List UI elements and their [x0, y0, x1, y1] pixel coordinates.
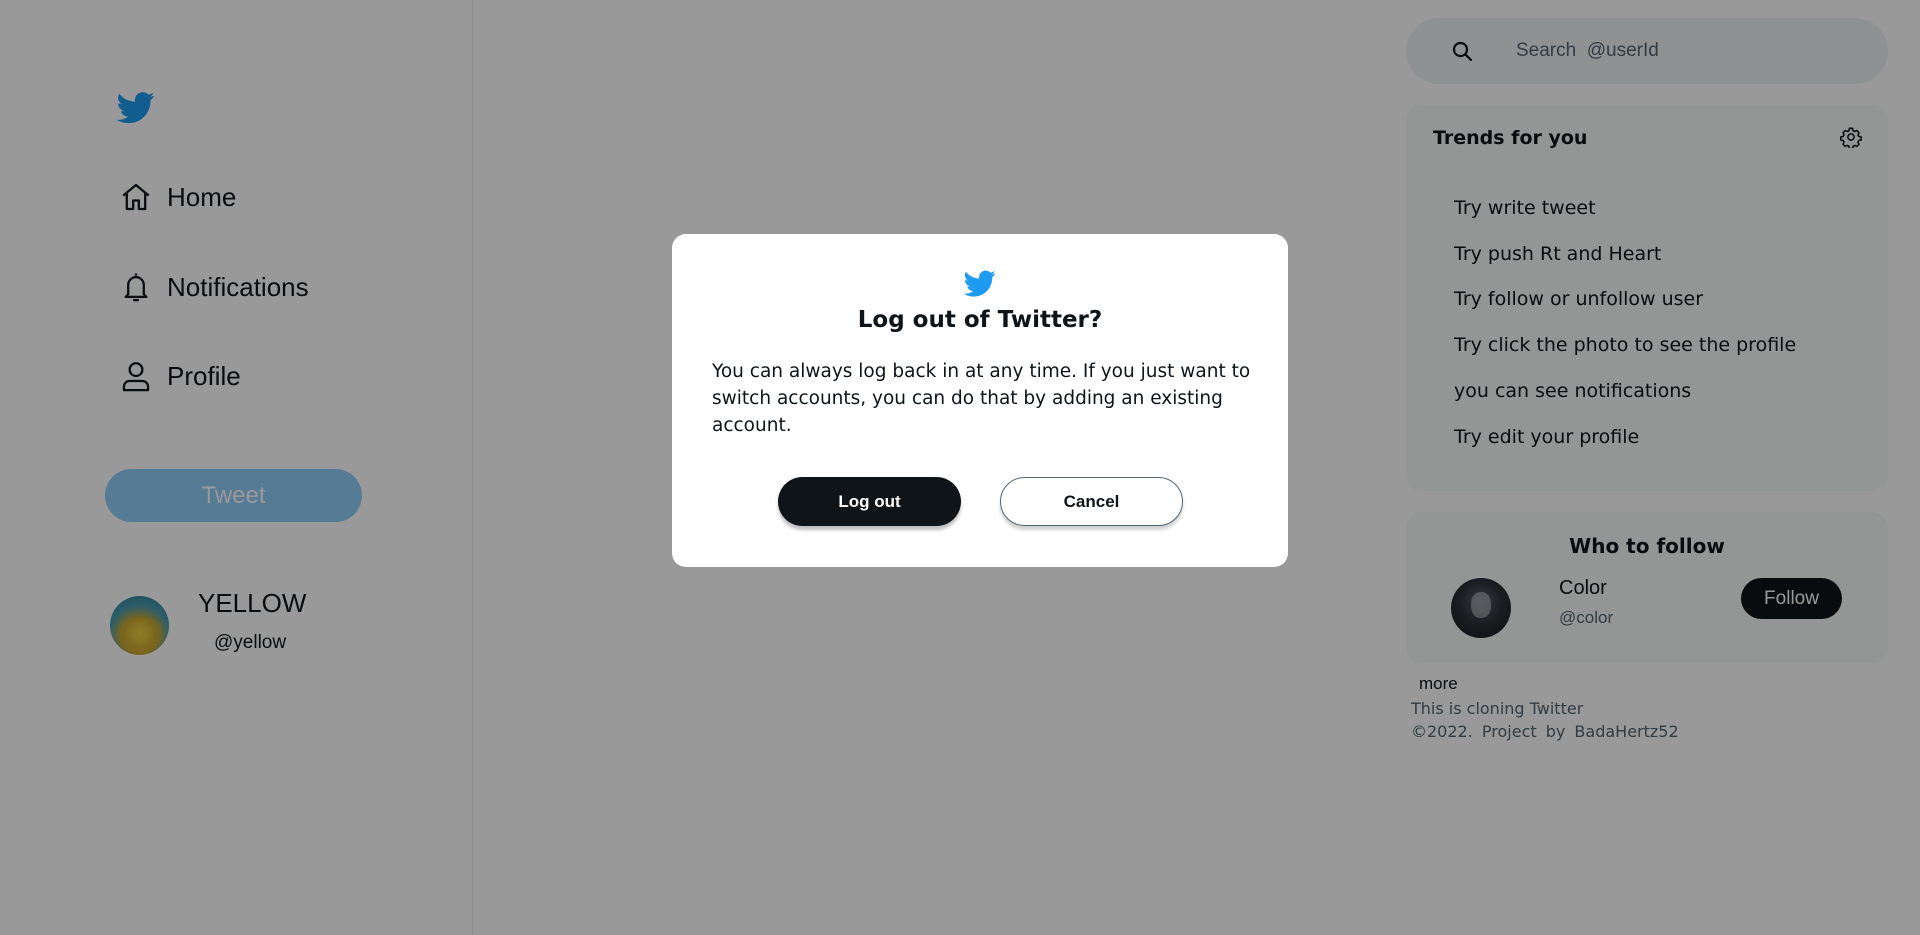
logout-button[interactable]: Log out [778, 477, 961, 526]
dialog-message: You can always log back in at any time. … [712, 361, 1251, 436]
dialog-title: Log out of Twitter? [857, 307, 1103, 333]
logout-dialog: Log out of Twitter? You can always log b… [672, 234, 1288, 567]
twitter-bird-icon [964, 267, 996, 299]
cancel-button[interactable]: Cancel [1000, 477, 1183, 526]
